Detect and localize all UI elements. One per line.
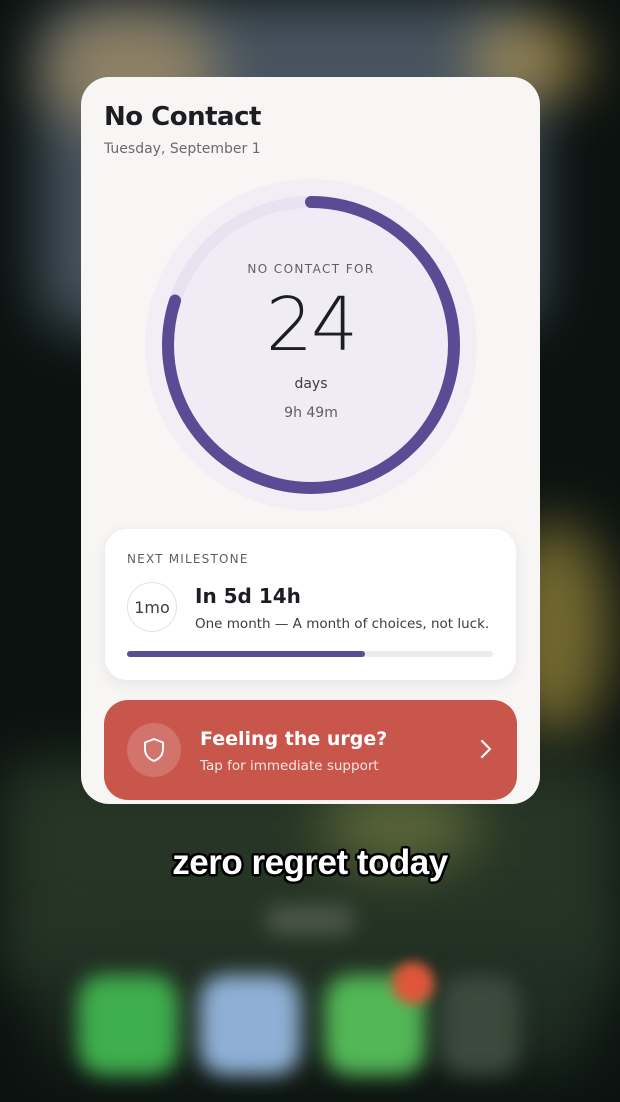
counter-label: NO CONTACT FOR (247, 262, 375, 276)
milestone-label: NEXT MILESTONE (127, 552, 249, 566)
chevron-right-icon (479, 738, 493, 764)
page-indicator (265, 905, 355, 935)
urge-title: Feeling the urge? (200, 728, 388, 750)
dock-app-icon (78, 975, 178, 1075)
widget-title: No Contact (104, 102, 261, 132)
milestone-description: One month — A month of choices, not luck… (195, 616, 490, 632)
urge-subtitle: Tap for immediate support (200, 758, 379, 774)
widget-date: Tuesday, September 1 (104, 141, 261, 157)
dock-app-icon (200, 975, 300, 1075)
dock-app-icon (440, 975, 520, 1075)
milestone-progress-fill (127, 651, 365, 657)
next-milestone-card[interactable]: NEXT MILESTONE 1mo In 5d 14h One month —… (105, 529, 516, 680)
milestone-progress-bar (127, 651, 493, 657)
video-caption: zero regret today (172, 843, 448, 882)
shield-icon (127, 723, 181, 777)
progress-ring: NO CONTACT FOR 24 days 9h 49m (141, 175, 481, 515)
day-unit: days (294, 376, 328, 392)
day-count: 24 (265, 282, 358, 368)
time-elapsed: 9h 49m (284, 405, 338, 421)
urge-support-button[interactable]: Feeling the urge? Tap for immediate supp… (104, 700, 517, 800)
notification-badge (392, 962, 434, 1004)
no-contact-widget[interactable]: No Contact Tuesday, September 1 NO CONTA… (81, 77, 540, 804)
milestone-badge: 1mo (127, 582, 177, 632)
milestone-time: In 5d 14h (195, 584, 301, 608)
